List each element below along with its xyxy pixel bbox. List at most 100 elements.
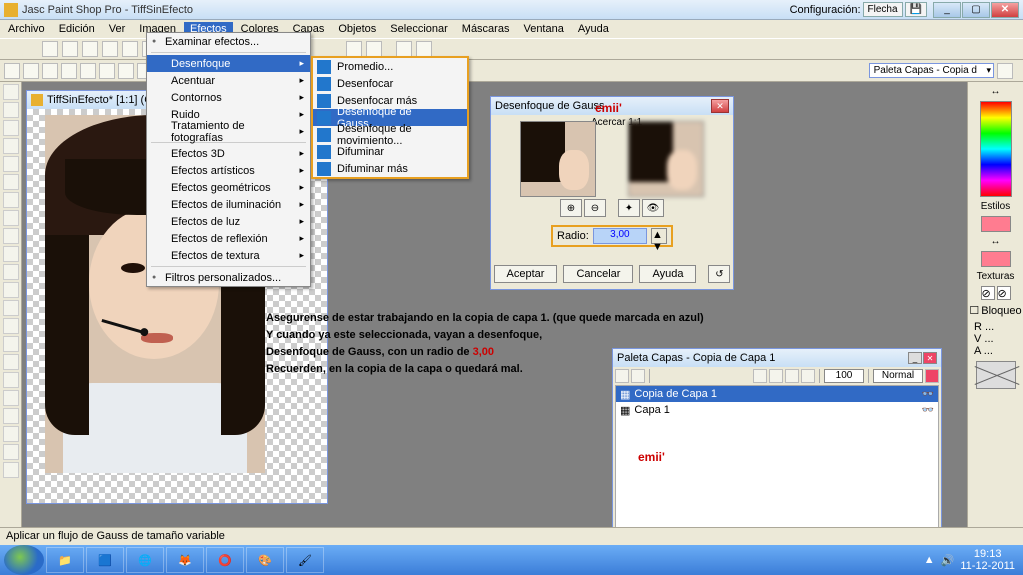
layer-vis-icon[interactable] — [753, 369, 767, 383]
swap-icon[interactable]: ↔ — [991, 86, 1001, 97]
close-button[interactable]: ✕ — [991, 2, 1019, 18]
menuitem-tratamiento[interactable]: Tratamiento de fotografías▸ — [147, 123, 310, 140]
menu-mascaras[interactable]: Máscaras — [456, 22, 516, 36]
menuitem-reflexion[interactable]: Efectos de reflexión▸ — [147, 230, 310, 247]
minimize-button[interactable]: _ — [933, 2, 961, 18]
dialog-close-icon[interactable]: ✕ — [711, 99, 729, 113]
tb2-icon[interactable] — [4, 63, 20, 79]
new-icon[interactable] — [42, 41, 58, 57]
zoom-tool-icon[interactable] — [3, 102, 19, 118]
accept-button[interactable]: Aceptar — [494, 265, 558, 283]
color-picker[interactable] — [980, 101, 1012, 197]
clone-tool-icon[interactable] — [3, 264, 19, 280]
menuitem-promedio[interactable]: Promedio... — [313, 58, 467, 75]
preview-before[interactable] — [520, 121, 596, 197]
scratch-tool-icon[interactable] — [3, 318, 19, 334]
open-icon[interactable] — [62, 41, 78, 57]
taskbar-item[interactable]: ⭕ — [206, 547, 244, 573]
layers-header[interactable]: Paleta Capas - Copia de Capa 1 _✕ — [613, 349, 941, 367]
menuitem-3d[interactable]: Efectos 3D▸ — [147, 145, 310, 162]
radius-input[interactable]: 3,00 — [593, 228, 647, 244]
menuitem-difuminar-mas[interactable]: Difuminar más — [313, 160, 467, 177]
menuitem-custom[interactable]: Filtros personalizados... — [147, 269, 310, 286]
crop-tool-icon[interactable] — [3, 138, 19, 154]
object-tool-icon[interactable] — [3, 462, 19, 478]
picture-tool-icon[interactable] — [3, 354, 19, 370]
blend-mode[interactable]: Normal — [873, 369, 923, 383]
menuitem-artisticos[interactable]: Efectos artísticos▸ — [147, 162, 310, 179]
taskbar-item[interactable]: 🖌 — [286, 547, 324, 573]
clock[interactable]: 19:13 11-12-2011 — [960, 548, 1015, 572]
taskbar-item[interactable]: 🌐 — [126, 547, 164, 573]
move-tool-icon[interactable] — [3, 156, 19, 172]
texture-fg-icon[interactable]: ⊘ — [981, 286, 995, 300]
config-save-icon[interactable]: 💾 — [905, 2, 927, 17]
tb2-icon[interactable] — [99, 63, 115, 79]
wand-tool-icon[interactable] — [3, 210, 19, 226]
menuitem-luz[interactable]: Efectos de luz▸ — [147, 213, 310, 230]
lock-label[interactable]: Bloqueo — [981, 305, 1021, 317]
menuitem-examine[interactable]: Examinar efectos... — [147, 33, 310, 50]
menuitem-contornos[interactable]: Contornos▸ — [147, 89, 310, 106]
config-value[interactable]: Flecha — [863, 2, 903, 17]
layer-icon[interactable] — [785, 369, 799, 383]
menu-objetos[interactable]: Objetos — [332, 22, 382, 36]
preview-after[interactable] — [628, 121, 704, 197]
layers-combo[interactable]: Paleta Capas - Copia d — [869, 63, 994, 78]
retouch-tool-icon[interactable] — [3, 300, 19, 316]
reset-icon[interactable]: ↺ — [708, 265, 730, 283]
undo-icon[interactable] — [122, 41, 138, 57]
layers-min-icon[interactable]: _ — [908, 352, 922, 364]
menuitem-movimiento[interactable]: Desenfoque de movimiento... — [313, 126, 467, 143]
selection-tool-icon[interactable] — [3, 174, 19, 190]
system-tray[interactable]: ▲ 🔊 19:13 11-12-2011 — [924, 548, 1023, 572]
print-icon[interactable] — [102, 41, 118, 57]
start-button[interactable] — [4, 545, 44, 575]
camera-icon[interactable] — [416, 41, 432, 57]
maximize-button[interactable]: ▢ — [962, 2, 990, 18]
menuitem-desenfocar[interactable]: Desenfocar — [313, 75, 467, 92]
menu-edicion[interactable]: Edición — [53, 22, 101, 36]
menuitem-acentuar[interactable]: Acentuar▸ — [147, 72, 310, 89]
layer-icon[interactable] — [801, 369, 815, 383]
layer-icon[interactable] — [631, 369, 645, 383]
taskbar-item[interactable]: 🦊 — [166, 547, 204, 573]
delete-icon[interactable] — [925, 369, 939, 383]
menu-seleccionar[interactable]: Seleccionar — [384, 22, 453, 36]
menuitem-desenfoque[interactable]: Desenfoque▸ — [147, 55, 310, 72]
layer-row-selected[interactable]: ▦ Copia de Capa 1 👓 — [616, 386, 938, 402]
tb2-icon[interactable] — [61, 63, 77, 79]
help-icon[interactable] — [396, 41, 412, 57]
text-tool-icon[interactable] — [3, 408, 19, 424]
texture-bg-icon[interactable]: ⊘ — [997, 286, 1011, 300]
dropper-tool-icon[interactable] — [3, 228, 19, 244]
menuitem-textura[interactable]: Efectos de textura▸ — [147, 247, 310, 264]
taskbar-item[interactable]: 🟦 — [86, 547, 124, 573]
cancel-button[interactable]: Cancelar — [563, 265, 633, 283]
save-icon[interactable] — [82, 41, 98, 57]
layer-icon[interactable] — [615, 369, 629, 383]
tb-icon[interactable] — [366, 41, 382, 57]
tray-icon[interactable]: ▲ — [924, 554, 935, 566]
nav-icon[interactable]: ✦ — [618, 199, 640, 217]
brush-tool-icon[interactable] — [3, 246, 19, 262]
menuitem-difuminar[interactable]: Difuminar — [313, 143, 467, 160]
replace-tool-icon[interactable] — [3, 282, 19, 298]
layer-vis-icon[interactable]: 👓 — [922, 405, 934, 416]
fill-tool-icon[interactable] — [3, 390, 19, 406]
zoom-out-icon[interactable]: ⊖ — [584, 199, 606, 217]
shape-tool-icon[interactable] — [3, 444, 19, 460]
zoom-in-icon[interactable]: ⊕ — [560, 199, 582, 217]
tray-icon[interactable]: 🔊 — [941, 554, 955, 567]
taskbar-item[interactable]: 🎨 — [246, 547, 284, 573]
radius-spinner[interactable]: ▲▼ — [651, 228, 667, 244]
tb2-icon[interactable] — [23, 63, 39, 79]
deform-tool-icon[interactable] — [3, 120, 19, 136]
opacity-input[interactable]: 100 — [824, 369, 864, 383]
layer-vis-icon[interactable]: 👓 — [922, 389, 934, 400]
line-tool-icon[interactable] — [3, 426, 19, 442]
airbrush-tool-icon[interactable] — [3, 372, 19, 388]
eye-icon[interactable]: 👁 — [642, 199, 664, 217]
eraser-tool-icon[interactable] — [3, 336, 19, 352]
layer-row[interactable]: ▦ Capa 1 👓 — [616, 402, 938, 418]
